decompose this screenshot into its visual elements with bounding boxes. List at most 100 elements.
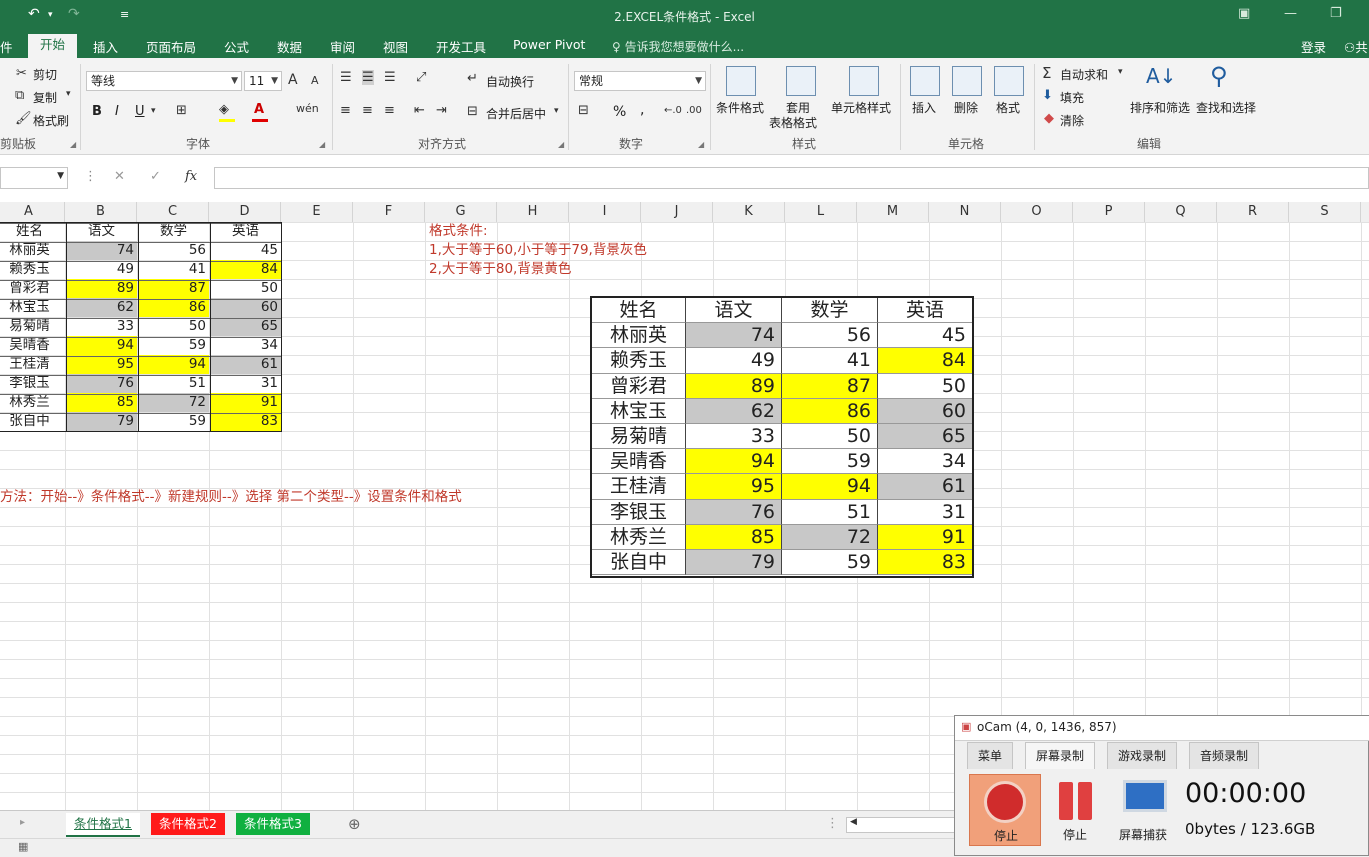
fill-color-icon[interactable]: ◈ — [219, 102, 229, 117]
column-header-d[interactable]: D — [209, 202, 281, 222]
table-name-cell[interactable]: 李银玉 — [0, 374, 65, 393]
table-score-cell[interactable]: 31 — [210, 374, 281, 393]
table-score-cell[interactable]: 59 — [138, 412, 209, 431]
ocam-pause-button[interactable]: 停止 — [1063, 826, 1087, 843]
table-score-cell[interactable]: 87 — [138, 279, 209, 298]
column-header-s[interactable]: S — [1289, 202, 1361, 222]
conditional-format-button[interactable]: 条件格式 — [716, 99, 764, 116]
number-format-combo[interactable]: 常规 ▼ — [574, 71, 706, 91]
table-score-cell[interactable]: 33 — [66, 317, 137, 336]
clear-button[interactable]: 清除 — [1060, 112, 1084, 129]
align-bottom-icon[interactable]: ☰ — [384, 70, 396, 85]
table-header-cell[interactable]: 英语 — [210, 222, 281, 241]
table-score-cell[interactable]: 79 — [66, 412, 137, 431]
insert-cells-button[interactable]: 插入 — [912, 99, 936, 116]
autosum-dropdown-icon[interactable]: ▾ — [1118, 67, 1123, 77]
table-score-cell[interactable]: 59 — [138, 336, 209, 355]
ocam-tab-game-record[interactable]: 游戏录制 — [1107, 742, 1178, 769]
table-score-cell[interactable]: 76 — [66, 374, 137, 393]
font-size-combo[interactable]: 11 ▼ — [244, 71, 282, 91]
font-color-icon[interactable]: A — [254, 102, 264, 117]
table-name-cell[interactable]: 张自中 — [0, 412, 65, 431]
macro-record-icon[interactable]: ▦ — [18, 840, 28, 853]
minimize-icon[interactable]: — — [1284, 6, 1297, 21]
table-score-cell[interactable]: 72 — [138, 393, 209, 412]
table-score-cell[interactable]: 62 — [66, 298, 137, 317]
autosum-button[interactable]: 自动求和 — [1060, 66, 1108, 83]
increase-font-icon[interactable]: A — [288, 72, 298, 88]
table-score-cell[interactable]: 89 — [66, 279, 137, 298]
column-header-f[interactable]: F — [353, 202, 425, 222]
table-name-cell[interactable]: 林丽英 — [0, 241, 65, 260]
underline-button[interactable]: U — [135, 104, 145, 119]
increase-indent-icon[interactable]: ⇥ — [436, 103, 447, 118]
login-link[interactable]: 登录 — [1301, 37, 1326, 56]
align-left-icon[interactable]: ≡ — [340, 103, 351, 118]
ribbon-display-icon[interactable]: ▣ — [1238, 6, 1250, 21]
column-header-i[interactable]: I — [569, 202, 641, 222]
decrease-font-icon[interactable]: A — [311, 74, 319, 87]
table-score-cell[interactable]: 41 — [138, 260, 209, 279]
table-score-cell[interactable]: 94 — [66, 336, 137, 355]
insert-function-button[interactable]: fx — [185, 169, 197, 184]
ocam-tab-menu[interactable]: 菜单 — [967, 742, 1014, 769]
phonetic-icon[interactable]: wén — [296, 102, 319, 115]
currency-icon[interactable]: ⊟ — [578, 103, 589, 118]
scroll-left-icon[interactable]: ◀ — [850, 817, 857, 827]
merge-dropdown-icon[interactable]: ▾ — [554, 106, 559, 116]
sheet-nav-icon[interactable]: ▸ — [20, 817, 25, 828]
table-name-cell[interactable]: 林宝玉 — [0, 298, 65, 317]
table-score-cell[interactable]: 34 — [210, 336, 281, 355]
column-header-a[interactable]: A — [0, 202, 65, 222]
column-header-g[interactable]: G — [425, 202, 497, 222]
column-header-h[interactable]: H — [497, 202, 569, 222]
pasted-table-image[interactable]: 姓名 语文 数学 英语 林丽英 74 56 45 赖秀玉 49 41 84 曾彩君 89 87 50 林宝玉 62… — [590, 296, 974, 578]
table-header-cell[interactable]: 姓名 — [0, 222, 65, 241]
font-name-combo[interactable]: 等线 ▼ — [86, 71, 242, 91]
bold-button[interactable]: B — [92, 104, 102, 119]
align-right-icon[interactable]: ≡ — [384, 103, 395, 118]
cancel-icon[interactable]: ✕ — [114, 169, 125, 184]
percent-button[interactable]: % — [613, 104, 626, 120]
border-icon[interactable]: ⊞ — [176, 103, 187, 118]
column-header-n[interactable]: N — [929, 202, 1001, 222]
ocam-tab-audio-record[interactable]: 音频录制 — [1189, 742, 1260, 769]
table-score-cell[interactable]: 56 — [138, 241, 209, 260]
underline-dropdown-icon[interactable]: ▾ — [151, 106, 156, 116]
table-name-cell[interactable]: 吴晴香 — [0, 336, 65, 355]
tab-formulas[interactable]: 公式 — [224, 37, 249, 56]
column-header-l[interactable]: L — [785, 202, 857, 222]
tell-me-box[interactable]: ♀ 告诉我您想要做什么... — [612, 38, 744, 55]
table-score-cell[interactable]: 61 — [210, 355, 281, 374]
table-header-cell[interactable]: 数学 — [138, 222, 209, 241]
column-header-r[interactable]: R — [1217, 202, 1289, 222]
table-score-cell[interactable]: 65 — [210, 317, 281, 336]
add-sheet-icon[interactable]: ⊕ — [348, 815, 361, 833]
column-header-q[interactable]: Q — [1145, 202, 1217, 222]
table-score-cell[interactable]: 83 — [210, 412, 281, 431]
column-header-k[interactable]: K — [713, 202, 785, 222]
sort-filter-button[interactable]: 排序和筛选 — [1130, 99, 1190, 116]
splitter-icon[interactable]: ⋮ — [826, 816, 839, 831]
wrap-text-button[interactable]: 自动换行 — [486, 73, 534, 90]
table-score-cell[interactable]: 95 — [66, 355, 137, 374]
table-name-cell[interactable]: 曾彩君 — [0, 279, 65, 298]
sheet-tab-3[interactable]: 条件格式3 — [236, 813, 310, 835]
tab-view[interactable]: 视图 — [383, 37, 408, 56]
table-score-cell[interactable]: 50 — [210, 279, 281, 298]
table-score-cell[interactable]: 50 — [138, 317, 209, 336]
ocam-record-button[interactable]: 停止 — [969, 774, 1041, 846]
table-name-cell[interactable]: 易菊晴 — [0, 317, 65, 336]
copy-dropdown-icon[interactable]: ▾ — [66, 89, 71, 99]
orientation-icon[interactable]: ⤢ — [416, 70, 426, 85]
decrease-decimal-icon[interactable]: .00 — [686, 105, 702, 116]
column-header-m[interactable]: M — [857, 202, 929, 222]
table-name-cell[interactable]: 赖秀玉 — [0, 260, 65, 279]
align-middle-icon[interactable]: ☰ — [362, 70, 374, 85]
table-score-cell[interactable]: 45 — [210, 241, 281, 260]
find-select-button[interactable]: 查找和选择 — [1196, 99, 1256, 116]
table-score-cell[interactable]: 85 — [66, 393, 137, 412]
table-score-cell[interactable]: 94 — [138, 355, 209, 374]
decrease-indent-icon[interactable]: ⇤ — [414, 103, 425, 118]
table-score-cell[interactable]: 49 — [66, 260, 137, 279]
